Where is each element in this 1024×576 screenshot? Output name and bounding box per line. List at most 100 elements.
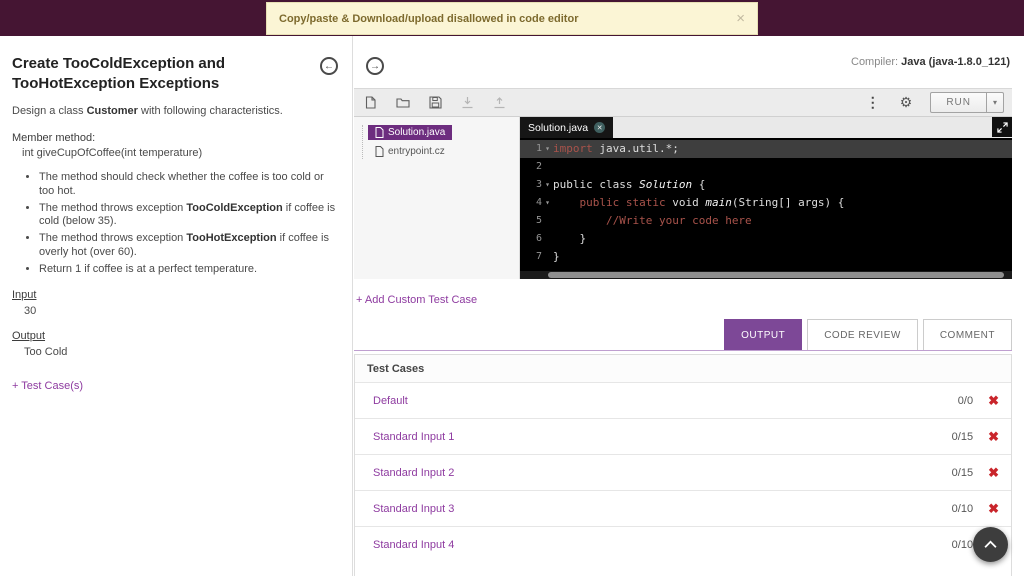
problem-intro: Design a class Customer with following c… xyxy=(12,105,283,117)
download-icon[interactable] xyxy=(461,96,474,109)
line-number: 6 xyxy=(535,233,542,244)
test-case-row[interactable]: Standard Input 3 0/10 ✖ xyxy=(355,490,1011,526)
scroll-top-button[interactable] xyxy=(973,527,1008,562)
code-lines[interactable]: 1 ▾ import java.util.*; 2 3 ▾ public class Sol… xyxy=(520,138,1012,271)
editor-panel: → Compiler: Java (java-1.8.0_121) ⋮ ⚙ RU… xyxy=(354,36,1024,576)
banner-message: Copy/paste & Download/upload disallowed … xyxy=(279,12,579,25)
test-case-score: 0/0 xyxy=(957,394,974,407)
test-case-link[interactable]: Standard Input 3 xyxy=(373,503,454,515)
test-case-list: Default 0/0 ✖ Standard Input 1 0/15 ✖ Standard… xyxy=(355,382,1011,562)
upload-icon[interactable] xyxy=(493,96,506,109)
file-icon xyxy=(375,127,384,138)
test-case-score: 0/15 xyxy=(951,430,974,443)
run-dropdown-caret-icon[interactable]: ▾ xyxy=(985,93,1003,112)
fail-icon: ✖ xyxy=(988,393,999,408)
test-case-score: 0/10 xyxy=(951,502,974,515)
code-text: public class Solution { xyxy=(553,178,706,191)
chevron-up-icon xyxy=(984,540,997,548)
test-case-link[interactable]: Default xyxy=(373,395,408,407)
scrollbar-thumb[interactable] xyxy=(548,272,1004,278)
editor-tab-bar: Solution.java ✕ xyxy=(520,117,1012,138)
code-text: } xyxy=(553,232,587,245)
file-name: Solution.java xyxy=(388,127,446,138)
collapse-panel-left-icon[interactable]: ← xyxy=(320,57,338,75)
editor-tab-label: Solution.java xyxy=(528,121,589,134)
editor-hscrollbar[interactable] xyxy=(520,271,1012,279)
code-text: //Write your code here xyxy=(605,214,752,227)
fold-caret-icon[interactable]: ▾ xyxy=(542,176,553,194)
collapse-panel-right-icon[interactable]: → xyxy=(366,57,384,75)
problem-panel: Create TooColdException and TooHotExcept… xyxy=(0,36,353,576)
fail-icon: ✖ xyxy=(988,429,999,444)
settings-gear-icon[interactable]: ⚙ xyxy=(900,94,913,111)
fold-caret-icon[interactable]: ▾ xyxy=(542,140,553,158)
code-line[interactable]: 4 ▾ public static void main(String[] args… xyxy=(520,194,1012,212)
input-label: Input xyxy=(12,289,37,302)
test-case-link[interactable]: Standard Input 2 xyxy=(373,467,454,479)
test-case-row[interactable]: Standard Input 1 0/15 ✖ xyxy=(355,418,1011,454)
test-case-score: 0/10 xyxy=(951,538,974,551)
member-method-signature: int giveCupOfCoffee(int temperature) xyxy=(22,147,203,159)
line-number: 3 xyxy=(535,179,542,190)
tab-code-review[interactable]: CODE REVIEW xyxy=(807,319,918,350)
tab-comment[interactable]: COMMENT xyxy=(922,319,1012,350)
compiler-label: Compiler: xyxy=(851,56,902,68)
line-number: 7 xyxy=(535,251,542,262)
code-line[interactable]: 7} xyxy=(520,248,1012,266)
kebab-menu-icon[interactable]: ⋮ xyxy=(866,94,880,111)
line-number: 5 xyxy=(535,215,542,226)
test-case-row[interactable]: Default 0/0 ✖ xyxy=(355,382,1011,418)
test-cases-title: Test Cases xyxy=(355,355,1011,382)
bullet-item: The method should check whether the coff… xyxy=(39,171,338,199)
test-case-link[interactable]: Standard Input 1 xyxy=(373,431,454,443)
save-icon[interactable] xyxy=(429,96,442,109)
line-number: 4 xyxy=(535,197,542,208)
bullet-item: The method throws exception TooHotExcept… xyxy=(39,232,338,260)
assessment-page: Copy/paste & Download/upload disallowed … xyxy=(0,0,1024,576)
test-case-row[interactable]: Standard Input 2 0/15 ✖ xyxy=(355,454,1011,490)
new-file-icon[interactable] xyxy=(364,96,377,109)
code-line[interactable]: 5 //Write your code here xyxy=(520,212,1012,230)
editor-toolbar: ⋮ ⚙ RUN ▾ xyxy=(354,88,1012,117)
file-item-entrypoint[interactable]: entrypoint.cz xyxy=(368,144,452,159)
output-label: Output xyxy=(12,330,46,343)
fullscreen-icon[interactable] xyxy=(992,117,1012,137)
code-text: } xyxy=(553,250,560,263)
problem-title: Create TooColdException and TooHotExcept… xyxy=(12,55,226,92)
compiler-info: Compiler: Java (java-1.8.0_121) xyxy=(851,56,1010,68)
code-line[interactable]: 1 ▾ import java.util.*; xyxy=(520,140,1012,158)
add-custom-test-case-link[interactable]: + Add Custom Test Case xyxy=(356,294,1012,306)
member-method-label: Member method: xyxy=(12,132,96,144)
code-line[interactable]: 2 xyxy=(520,158,1012,176)
code-line[interactable]: 6 } xyxy=(520,230,1012,248)
fail-icon: ✖ xyxy=(988,501,999,516)
editor-workspace: Solution.java entrypoint.cz Solution.jav… xyxy=(354,117,1012,279)
open-folder-icon[interactable] xyxy=(396,96,410,109)
fail-icon: ✖ xyxy=(988,465,999,480)
file-item-solution[interactable]: Solution.java xyxy=(368,125,453,140)
fold-caret-icon[interactable]: ▾ xyxy=(542,194,553,212)
code-editor: Solution.java ✕ 1 ▾ import java.util.*; 2 3 ▾… xyxy=(520,117,1012,279)
bullet-list: The method should check whether the coff… xyxy=(12,171,338,276)
run-button-label[interactable]: RUN xyxy=(931,97,986,108)
editor-tab[interactable]: Solution.java ✕ xyxy=(520,117,614,138)
close-icon[interactable]: × xyxy=(736,11,745,26)
test-case-row[interactable]: Standard Input 40/10✖ xyxy=(355,526,1011,562)
tab-close-icon[interactable]: ✕ xyxy=(594,122,606,133)
test-cases-link[interactable]: + Test Case(s) xyxy=(12,380,338,392)
code-text: import java.util.*; xyxy=(553,142,679,155)
line-number: 1 xyxy=(535,143,542,154)
line-number: 2 xyxy=(535,161,542,172)
input-value: 30 xyxy=(24,305,37,318)
tab-output[interactable]: OUTPUT xyxy=(724,319,803,350)
notification-banner: Copy/paste & Download/upload disallowed … xyxy=(266,2,758,35)
code-line[interactable]: 3 ▾ public class Solution { xyxy=(520,176,1012,194)
test-case-score: 0/15 xyxy=(951,466,974,479)
run-button[interactable]: RUN ▾ xyxy=(930,92,1004,113)
test-cases-box: Test Cases Default 0/0 ✖ Standard Input 1 0/… xyxy=(354,354,1012,576)
compiler-value: Java (java-1.8.0_121) xyxy=(901,56,1010,68)
test-case-link[interactable]: Standard Input 4 xyxy=(373,539,454,551)
